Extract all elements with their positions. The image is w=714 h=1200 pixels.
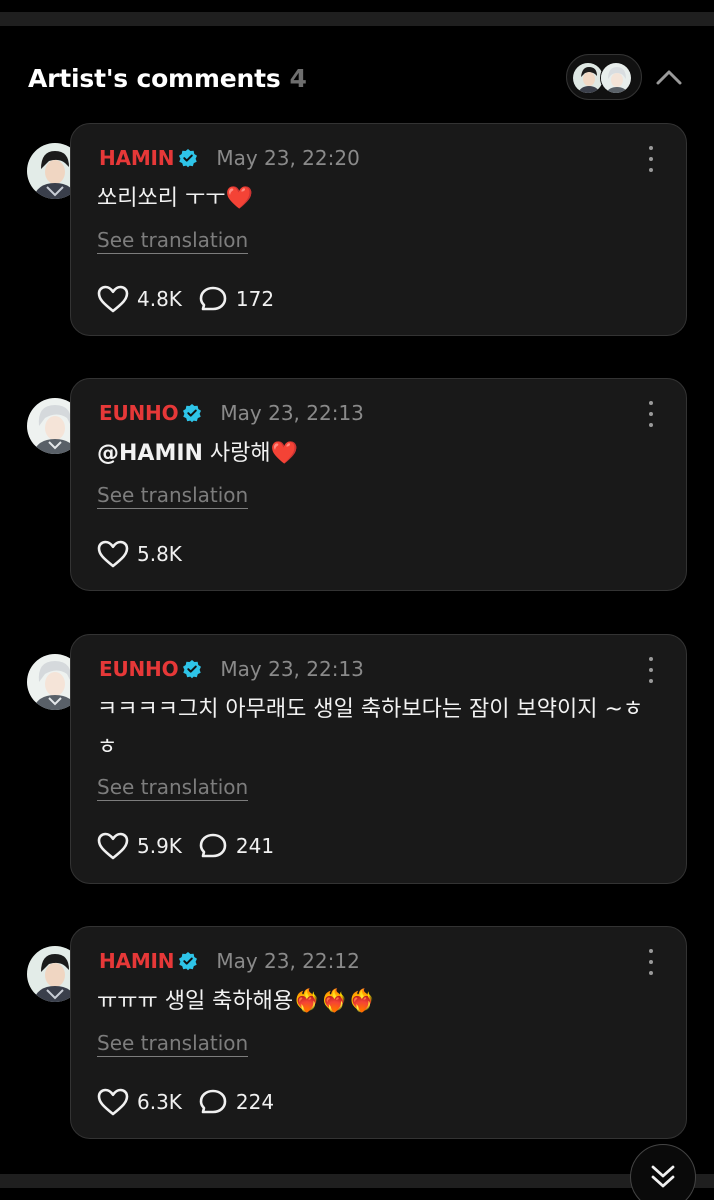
reply-count: 172 bbox=[235, 287, 275, 311]
more-options-button[interactable] bbox=[646, 657, 656, 683]
comment-body: ㅋㅋㅋㅋ그치 아무래도 생일 축하보다는 잠이 보약이지 ~ㅎㅎ bbox=[97, 697, 644, 760]
comment-card: EUNHO May 23, 22:13 ㅋㅋㅋㅋ그치 아무래도 생일 축하보다는… bbox=[70, 634, 687, 884]
comment-time: May 23, 22:12 bbox=[216, 949, 360, 973]
double-chevron-down-icon bbox=[651, 1165, 675, 1188]
comment-time: May 23, 22:13 bbox=[220, 657, 364, 681]
author-name[interactable]: HAMIN bbox=[99, 949, 175, 973]
reply-count: 241 bbox=[235, 834, 275, 858]
more-options-button[interactable] bbox=[646, 949, 656, 975]
heart-on-fire-emoji: ❤️‍🔥❤️‍🔥❤️‍🔥 bbox=[293, 989, 376, 1014]
see-translation-link[interactable]: See translation bbox=[97, 228, 249, 254]
scroll-down-button[interactable] bbox=[630, 1144, 696, 1200]
reply-button[interactable]: 172 bbox=[198, 285, 274, 313]
heart-icon bbox=[97, 540, 129, 568]
artist-avatar-group[interactable] bbox=[566, 54, 642, 100]
like-button[interactable]: 6.3K bbox=[97, 1088, 182, 1116]
comment-author-row: HAMIN May 23, 22:12 bbox=[99, 949, 360, 973]
heart-icon bbox=[97, 832, 129, 860]
comment-author-row: EUNHO May 23, 22:13 bbox=[99, 401, 364, 425]
chevron-up-icon bbox=[656, 70, 682, 85]
heart-icon bbox=[97, 1088, 129, 1116]
see-translation-link[interactable]: See translation bbox=[97, 775, 249, 801]
verified-badge-icon bbox=[179, 149, 198, 168]
comment-actions: 4.8K 172 bbox=[97, 284, 290, 314]
red-heart-emoji: ❤️ bbox=[225, 186, 253, 211]
comment-count: 4 bbox=[289, 63, 307, 93]
comment-body: 쏘리쏘리 ㅜㅜ bbox=[97, 186, 226, 211]
section-header: Artist's comments 4 bbox=[28, 58, 307, 98]
comment-actions: 6.3K 224 bbox=[97, 1087, 290, 1117]
like-button[interactable]: 5.8K bbox=[97, 540, 182, 568]
heart-icon bbox=[97, 285, 129, 313]
see-translation-link[interactable]: See translation bbox=[97, 483, 249, 509]
comment-actions: 5.9K 241 bbox=[97, 831, 290, 861]
author-name[interactable]: HAMIN bbox=[99, 146, 175, 170]
comment-text: 쏘리쏘리 ㅜㅜ❤️ bbox=[97, 180, 654, 218]
see-translation-link[interactable]: See translation bbox=[97, 1031, 249, 1057]
verified-badge-icon bbox=[183, 660, 202, 679]
comment-card: EUNHO May 23, 22:13 @HAMIN 사랑해❤️ See tra… bbox=[70, 378, 687, 591]
like-count: 5.8K bbox=[137, 542, 182, 566]
comment-actions: 5.8K bbox=[97, 539, 198, 569]
bottom-divider bbox=[0, 1174, 714, 1188]
collapse-button[interactable] bbox=[652, 62, 686, 92]
verified-badge-icon bbox=[183, 404, 202, 423]
comment-body: 사랑해 bbox=[202, 441, 271, 466]
author-name[interactable]: EUNHO bbox=[99, 657, 179, 681]
section-title: Artist's comments bbox=[28, 63, 281, 93]
comment-card: HAMIN May 23, 22:12 ㅠㅠㅠ 생일 축하해용❤️‍🔥❤️‍🔥❤… bbox=[70, 926, 687, 1139]
like-count: 6.3K bbox=[137, 1090, 182, 1114]
eunho-mini-avatar bbox=[600, 62, 632, 94]
speech-bubble-icon bbox=[199, 1089, 227, 1114]
comment-time: May 23, 22:20 bbox=[216, 146, 360, 170]
verified-badge-icon bbox=[179, 952, 198, 971]
like-count: 4.8K bbox=[137, 287, 182, 311]
comment-body: ㅠㅠㅠ 생일 축하해용 bbox=[97, 989, 294, 1014]
comment-text: ㅠㅠㅠ 생일 축하해용❤️‍🔥❤️‍🔥❤️‍🔥 bbox=[97, 983, 654, 1021]
more-options-button[interactable] bbox=[646, 401, 656, 427]
like-count: 5.9K bbox=[137, 834, 182, 858]
comment-text: ㅋㅋㅋㅋ그치 아무래도 생일 축하보다는 잠이 보약이지 ~ㅎㅎ bbox=[97, 691, 654, 767]
like-button[interactable]: 5.9K bbox=[97, 832, 182, 860]
speech-bubble-icon bbox=[199, 286, 227, 311]
mention-link[interactable]: @HAMIN bbox=[97, 441, 203, 466]
comment-author-row: HAMIN May 23, 22:20 bbox=[99, 146, 360, 170]
top-divider bbox=[0, 12, 714, 26]
reply-button[interactable]: 241 bbox=[198, 832, 274, 860]
like-button[interactable]: 4.8K bbox=[97, 285, 182, 313]
comment-text: @HAMIN 사랑해❤️ bbox=[97, 435, 654, 473]
more-options-button[interactable] bbox=[646, 146, 656, 172]
comment-time: May 23, 22:13 bbox=[220, 401, 364, 425]
author-name[interactable]: EUNHO bbox=[99, 401, 179, 425]
comment-card: HAMIN May 23, 22:20 쏘리쏘리 ㅜㅜ❤️ See transl… bbox=[70, 123, 687, 336]
speech-bubble-icon bbox=[199, 833, 227, 858]
reply-button[interactable]: 224 bbox=[198, 1088, 274, 1116]
comment-author-row: EUNHO May 23, 22:13 bbox=[99, 657, 364, 681]
reply-count: 224 bbox=[235, 1090, 275, 1114]
red-heart-emoji: ❤️ bbox=[270, 441, 299, 466]
